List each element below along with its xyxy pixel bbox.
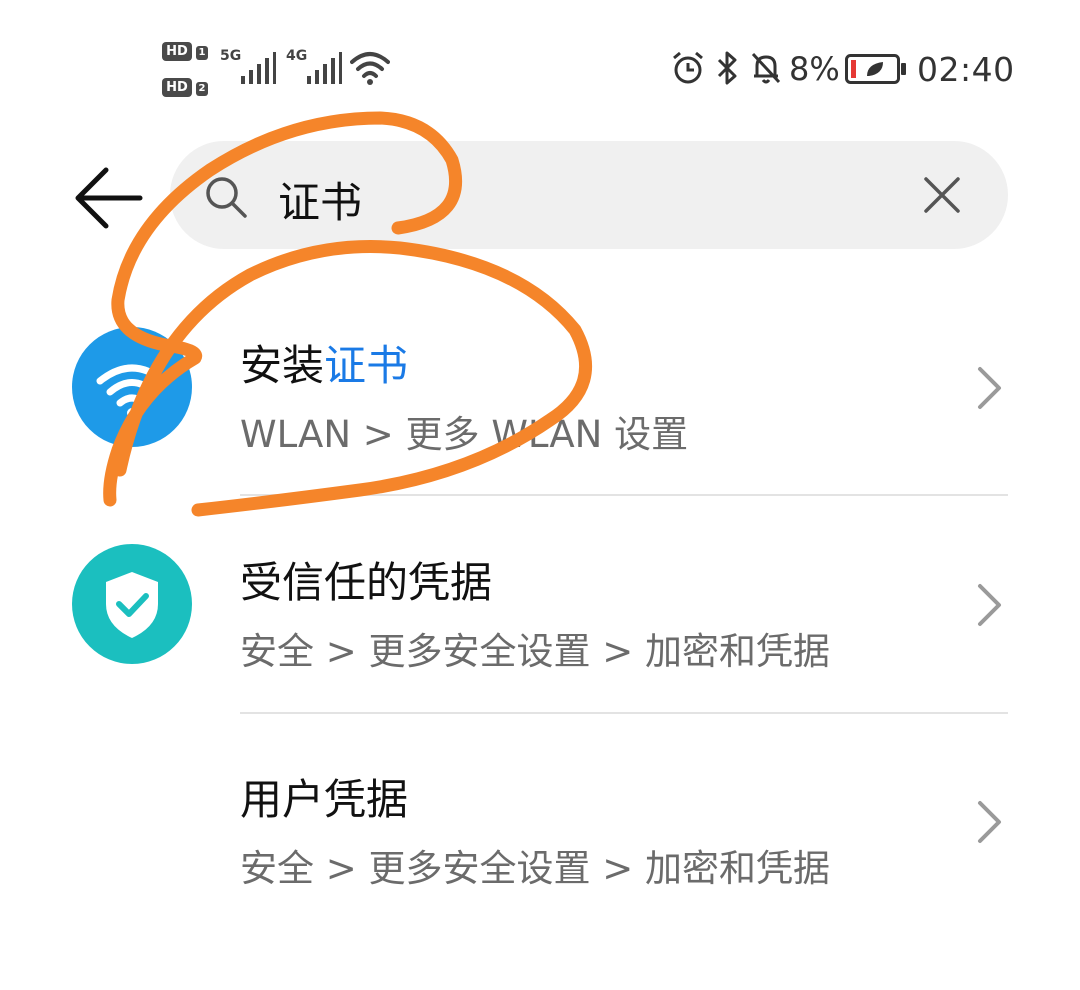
search-icon xyxy=(206,177,247,218)
signal-strength-2-icon xyxy=(307,52,342,84)
status-clock: 02:40 xyxy=(917,50,1015,89)
signal-strength-1-icon xyxy=(241,52,276,84)
result-title: 安装证书 xyxy=(240,332,408,393)
security-icon-circle xyxy=(72,544,192,664)
sim-hd-indicators: HD 1 HD 2 xyxy=(162,42,210,98)
chevron-right-icon xyxy=(978,801,1001,843)
bluetooth-icon xyxy=(717,51,737,85)
result-install-certificate[interactable]: 安装证书 WLAN > 更多 WLAN 设置 xyxy=(0,280,1080,496)
back-arrow-icon[interactable] xyxy=(70,160,146,236)
result-path: 安全 > 更多安全设置 > 加密和凭据 xyxy=(240,630,831,673)
result-trusted-credentials[interactable]: 受信任的凭据 安全 > 更多安全设置 > 加密和凭据 xyxy=(0,497,1080,713)
search-bar[interactable]: 证书 xyxy=(170,141,1008,249)
result-path: WLAN > 更多 WLAN 设置 xyxy=(240,413,689,456)
close-icon[interactable] xyxy=(920,173,964,217)
divider xyxy=(240,494,1008,496)
result-title: 用户凭据 xyxy=(240,775,409,824)
battery-percent: 8% xyxy=(789,50,840,88)
result-title: 受信任的凭据 xyxy=(240,558,493,607)
result-user-credentials[interactable]: 用户凭据 安全 > 更多安全设置 > 加密和凭据 xyxy=(0,714,1080,930)
battery-saver-icon xyxy=(845,54,906,84)
result-title-plain: 安装 xyxy=(240,341,325,390)
network-type-1: 5G xyxy=(220,48,242,64)
sim-2-label: 2 xyxy=(196,82,208,96)
shield-check-icon xyxy=(106,572,158,638)
network-type-2: 4G xyxy=(286,48,308,64)
hd-badge-1: HD xyxy=(162,42,192,61)
chevron-right-icon xyxy=(978,367,1001,409)
wifi-icon xyxy=(350,52,390,85)
result-path: 安全 > 更多安全设置 > 加密和凭据 xyxy=(240,847,831,890)
sim-1-label: 1 xyxy=(196,46,208,60)
wifi-icon xyxy=(96,364,168,418)
alarm-icon xyxy=(673,51,703,84)
wlan-icon-circle xyxy=(72,327,192,447)
mute-bell-icon xyxy=(751,52,781,84)
chevron-right-icon xyxy=(978,584,1001,626)
hd-badge-2: HD xyxy=(162,78,192,97)
result-title-highlight: 证书 xyxy=(324,341,409,390)
search-input[interactable]: 证书 xyxy=(278,169,362,230)
status-bar: HD 1 HD 2 5G 4G 8% 02:40 xyxy=(0,0,1080,110)
